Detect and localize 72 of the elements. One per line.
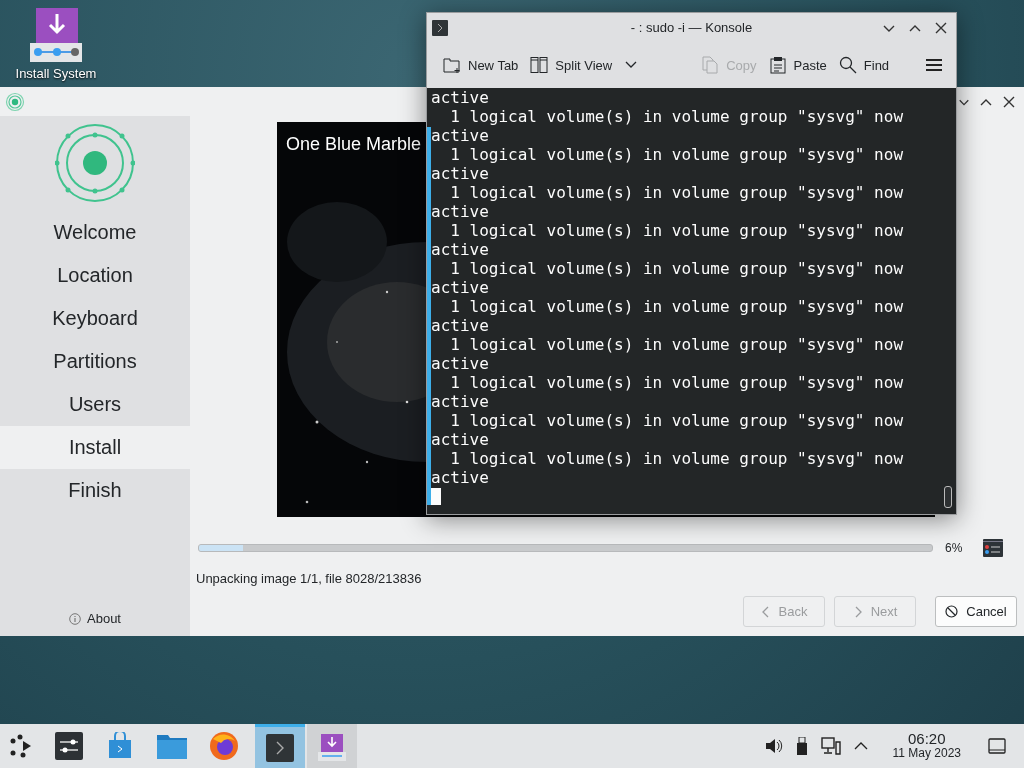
terminal-line: active: [431, 278, 490, 297]
step-item: Location: [56, 263, 134, 288]
terminal-line: 1 logical volume(s) in volume group "sysvg" now: [449, 297, 904, 316]
terminal-line: 1 logical volume(s) in volume group "sysvg" now: [449, 221, 904, 240]
clock-time[interactable]: 06:20: [907, 731, 946, 746]
settings-icon[interactable]: [55, 732, 83, 760]
usb-drive-icon[interactable]: [795, 737, 808, 755]
speaker-icon[interactable]: [764, 738, 783, 754]
logo-icon: [55, 123, 135, 203]
slide-caption: One Blue Marble: [286, 134, 422, 155]
terminal-icon: [266, 733, 294, 762]
step-item: Partitions: [52, 349, 138, 374]
browser-icon[interactable]: [209, 731, 239, 761]
about-link[interactable]: About: [87, 611, 121, 626]
scrollbar-handle[interactable]: [944, 486, 952, 508]
terminal-line: 1 logical volume(s) in volume group "sysvg" now: [449, 107, 904, 126]
terminal-task[interactable]: [255, 724, 305, 768]
cancel-button[interactable]: Cancel: [935, 596, 1017, 627]
menu-icon[interactable]: [926, 58, 942, 72]
terminal-line: 1 logical volume(s) in volume group "sysvg" now: [449, 259, 904, 278]
split-view-button[interactable]: Split View: [528, 52, 648, 78]
info-icon[interactable]: [69, 612, 81, 625]
clock-date[interactable]: 11 May 2023: [892, 746, 961, 761]
step-item: Finish: [67, 478, 123, 503]
copy-icon: [701, 56, 720, 74]
store-bag-icon[interactable]: [107, 732, 133, 760]
caret-icon: [625, 61, 638, 69]
paste-button[interactable]: Paste: [766, 52, 837, 78]
step-item: Users: [67, 392, 123, 417]
network-icon[interactable]: [820, 737, 841, 755]
progress-percent: 6%: [945, 541, 964, 555]
folder-icon[interactable]: [157, 733, 187, 759]
text-cursor: [431, 488, 441, 505]
step-item: Install: [0, 426, 190, 469]
clipboard-icon: [768, 56, 787, 74]
close-icon[interactable]: [934, 20, 948, 35]
desktop-icon-label[interactable]: Install System: [15, 66, 97, 81]
terminal-line: 1 logical volume(s) in volume group "sysvg" now: [449, 411, 904, 430]
terminal-line: active: [431, 354, 490, 373]
search-icon: [838, 56, 857, 74]
terminal-line: active: [431, 202, 490, 221]
terminal-line: active: [431, 392, 490, 411]
terminal-line: 1 logical volume(s) in volume group "sysvg" now: [449, 183, 904, 202]
terminal-line: active: [431, 88, 490, 107]
split-view-icon: [530, 56, 549, 74]
close-icon[interactable]: [1002, 94, 1016, 109]
installer-icon: [318, 733, 346, 762]
show-desktop-icon[interactable]: [988, 738, 1006, 754]
installer-icon[interactable]: [30, 8, 82, 64]
terminal-line: active: [431, 164, 490, 183]
status-text: Unpacking image 1/1, file 8028/213836: [196, 571, 423, 586]
terminal-line: active: [431, 316, 490, 335]
new-tab-icon: [443, 56, 461, 74]
terminal-line: active: [431, 468, 490, 487]
app-icon: [5, 92, 25, 112]
terminal-line: 1 logical volume(s) in volume group "sysvg" now: [449, 145, 904, 164]
terminal-line: 1 logical volume(s) in volume group "sysvg" now: [449, 449, 904, 468]
find-button[interactable]: Find: [836, 52, 900, 78]
terminal-line: active: [431, 126, 490, 145]
terminal-line: active: [431, 240, 490, 259]
window-title: - : sudo -i — Konsole: [630, 20, 753, 35]
cancel-icon: [945, 605, 959, 618]
step-item: Welcome: [52, 220, 138, 245]
log-icon[interactable]: [983, 539, 1003, 557]
chevron-left-icon: [760, 605, 771, 618]
installer-task[interactable]: [307, 724, 357, 768]
new-tab-button[interactable]: New Tab: [441, 52, 529, 78]
terminal-icon: [432, 19, 448, 36]
terminal-line: active: [431, 430, 490, 449]
terminal-line: 1 logical volume(s) in volume group "sysvg" now: [449, 373, 904, 392]
step-item: Keyboard: [51, 306, 139, 331]
terminal-line: 1 logical volume(s) in volume group "sysvg" now: [449, 335, 904, 354]
